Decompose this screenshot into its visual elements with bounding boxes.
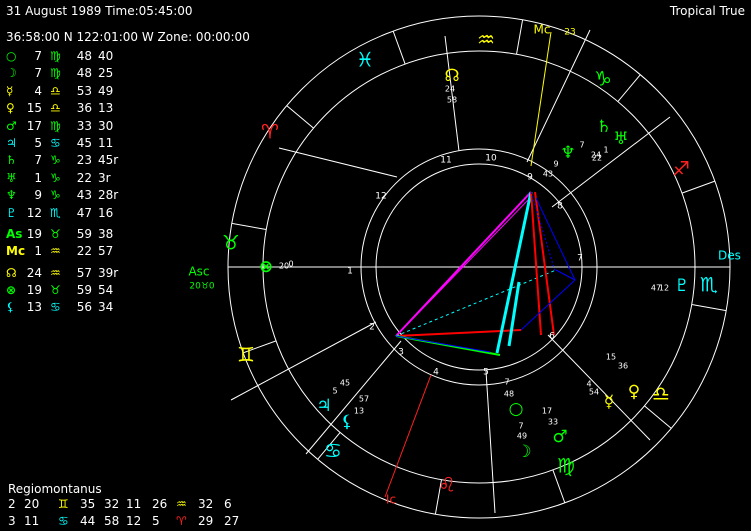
pluto-wheel-icon: ♇ [674,276,689,296]
planet-degree-label: 13 [354,407,364,416]
wheel-labels: ♉♈♓♒♑♐♏♎♍♌♋♊1234 56789101112Asc20♉0DesMc 2… [188,23,740,507]
house-number-label: 8 [557,202,563,212]
aspect-line [395,191,532,337]
scorpio-icon: ♏ [700,273,718,297]
uranus-wheel-icon: ♅ [613,129,628,149]
chart-wheel: ♉♈♓♒♑♐♏♎♍♌♋♊1234 56789101112Asc20♉0DesMc 2… [188,15,741,519]
planet-minute-label: 0 [288,260,293,269]
sign-boundary-tick [691,304,727,312]
capricorn-icon: ♑ [594,67,612,91]
planet-degree-label: 1 [603,146,608,155]
pisces-icon: ♓ [356,48,374,72]
planet-degree-label: 5 [332,387,337,396]
house-number-label: 1 [347,267,353,277]
house-number-label: 5 [483,368,489,378]
mc-label: Mc [534,23,551,37]
leo-icon: ♌ [438,473,456,497]
sign-boundary-tick [516,19,524,55]
house-number-label: 2 [369,323,375,333]
house-number-label: 9 [527,173,533,183]
house-number-label: 6 [549,332,555,342]
fortune-wheel-icon: ⊗ [259,257,273,277]
cusp-10-line [530,31,552,167]
asc-label: Asc [188,265,209,279]
planet-minute-label: 54 [589,388,599,397]
mc-value: 23 [564,28,575,38]
sagittarius-icon: ♐ [672,157,690,181]
aspect-line [395,269,557,337]
sign-boundary-tick [392,30,406,65]
taurus-icon: ♉ [222,231,240,255]
sign-boundary-tick [231,222,267,230]
gemini-icon: ♊ [237,343,255,367]
virgo-icon: ♍ [557,454,575,478]
sign-boundary-tick [644,405,672,429]
house-number-label: 12 [375,192,386,202]
cusp-11-line [444,35,460,152]
planet-degree-label: 24 [445,85,455,94]
house-number-label: 3 [398,348,404,358]
cusp-4-line [384,374,432,498]
sign-boundary-tick [617,74,641,102]
jupiter-wheel-icon: ♃ [316,396,331,416]
aspect-line [495,191,533,354]
ic-label: Ic [386,493,396,507]
planet-minute-label: 57 [359,395,369,404]
house-number-label: 10 [485,154,497,164]
house-cusp-lines [228,29,730,514]
aspect-line [534,191,555,336]
sign-boundary-tick [681,180,716,194]
asc-value: 20♉0 [189,282,215,292]
house-number-label: 11 [440,156,451,166]
planet-minute-label: 49 [517,432,527,441]
aries-icon: ♈ [261,120,279,144]
sun-wheel-icon: ○ [509,399,524,419]
sign-boundary-tick [286,105,314,129]
planet-minute-label: 47 [651,284,661,293]
planet-minute-label: 43 [543,170,553,179]
saturn-wheel-icon: ♄ [596,117,611,137]
cancer-icon: ♋ [324,439,342,463]
cusp-5-line [485,370,496,514]
moon-wheel-icon: ☽ [516,442,531,462]
planet-minute-label: 48 [504,390,514,399]
cusp-12-line [278,147,398,178]
planet-minute-label: 33 [548,418,558,427]
aquarius-icon: ♒ [477,28,495,52]
planet-minute-label: 58 [447,96,457,105]
planet-degree-label: 9 [553,160,558,169]
des-label: Des [718,249,741,263]
lilith-wheel-icon: ⚸ [341,412,353,432]
north-node-wheel-icon: ☊ [444,66,459,86]
planet-degree-label: 15 [606,353,616,362]
planet-minute-label: 22 [592,154,602,163]
planet-degree-label: 7 [504,378,509,387]
planet-minute-label: 45 [340,379,350,388]
planet-minute-label: 36 [618,362,628,371]
planet-degree-label: 7 [518,422,523,431]
mercury-wheel-icon: ☿ [604,392,614,412]
venus-wheel-icon: ♀ [628,382,640,402]
libra-icon: ♎ [652,382,670,406]
house-number-label: 4 [433,368,439,378]
planet-degree-label: 17 [542,407,552,416]
neptune-wheel-icon: ♆ [560,143,575,163]
house-number-label: 7 [577,254,583,264]
mars-wheel-icon: ♂ [552,427,567,447]
planet-degree-label: 7 [579,141,584,150]
